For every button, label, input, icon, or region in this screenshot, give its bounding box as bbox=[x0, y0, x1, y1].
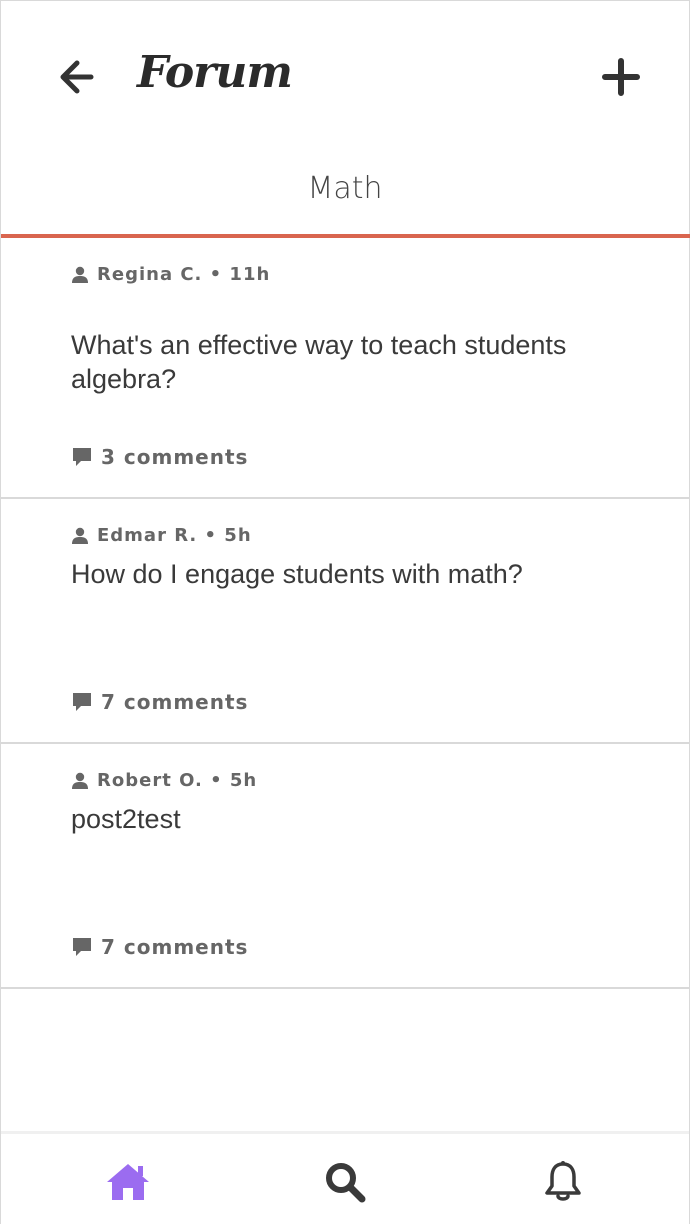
home-icon bbox=[104, 1161, 152, 1203]
post-comments-count: 7 comments bbox=[101, 935, 249, 959]
post-comments-link[interactable]: 7 comments bbox=[71, 935, 248, 959]
post-comments-link[interactable]: 3 comments bbox=[71, 445, 248, 469]
comment-icon bbox=[71, 446, 93, 468]
post-author-time: Regina C. • 11h bbox=[97, 264, 271, 285]
add-post-button[interactable] bbox=[597, 53, 645, 101]
post-meta: Regina C. • 11h bbox=[71, 264, 270, 285]
comment-icon bbox=[71, 936, 93, 958]
back-button[interactable] bbox=[53, 53, 101, 101]
user-icon bbox=[71, 772, 89, 790]
tab-home[interactable] bbox=[102, 1156, 154, 1208]
post-author-time: Edmar R. • 5h bbox=[97, 525, 252, 546]
post-title: What's an effective way to teach student… bbox=[71, 330, 567, 394]
comment-icon bbox=[71, 691, 93, 713]
category-title: Math bbox=[307, 171, 383, 206]
post-item[interactable]: Regina C. • 11h What's an effective way … bbox=[1, 238, 689, 499]
header: Forum bbox=[1, 1, 689, 151]
bell-icon bbox=[543, 1160, 583, 1204]
post-item[interactable]: Edmar R. • 5h How do I engage students w… bbox=[1, 499, 689, 744]
post-author-time: Robert O. • 5h bbox=[97, 770, 258, 791]
search-icon bbox=[323, 1160, 367, 1204]
tab-notifications[interactable] bbox=[537, 1156, 589, 1208]
post-comments-count: 3 comments bbox=[101, 445, 249, 469]
post-item[interactable]: Robert O. • 5h post2test 7 comments bbox=[1, 744, 689, 989]
app-frame: Forum Math Regina C. • 11h What's an eff… bbox=[0, 0, 690, 1226]
bottom-tab-bar bbox=[1, 1131, 689, 1226]
post-comments-link[interactable]: 7 comments bbox=[71, 690, 248, 714]
arrow-left-icon bbox=[57, 57, 97, 97]
post-meta: Edmar R. • 5h bbox=[71, 525, 252, 546]
plus-icon bbox=[602, 58, 640, 96]
post-title: post2test bbox=[71, 804, 181, 834]
post-comments-count: 7 comments bbox=[101, 690, 249, 714]
user-icon bbox=[71, 266, 89, 284]
post-list: Regina C. • 11h What's an effective way … bbox=[1, 238, 689, 989]
post-meta: Robert O. • 5h bbox=[71, 770, 257, 791]
tab-search[interactable] bbox=[319, 1156, 371, 1208]
post-title: How do I engage students with math? bbox=[71, 559, 523, 589]
app-title: Forum bbox=[137, 47, 293, 98]
user-icon bbox=[71, 527, 89, 545]
